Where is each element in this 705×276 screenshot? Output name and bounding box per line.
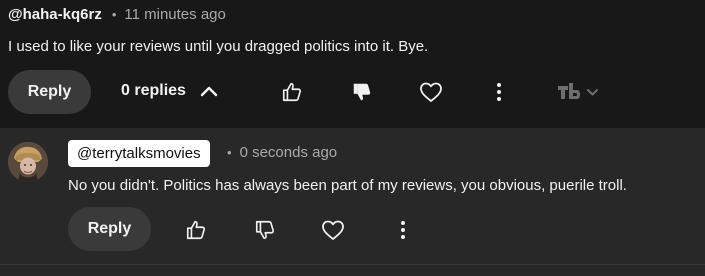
parent-comment-time[interactable]: 11 minutes ago bbox=[124, 6, 225, 23]
thumbs-up-icon[interactable] bbox=[280, 80, 304, 104]
meta-separator: • bbox=[111, 7, 117, 22]
thumbs-up-icon[interactable] bbox=[184, 218, 208, 242]
reply-author-badge[interactable]: @terrytalksmovies bbox=[68, 140, 210, 167]
reply-comment-meta: • 0 seconds ago bbox=[227, 144, 337, 161]
avatar[interactable] bbox=[8, 142, 48, 182]
reply-button[interactable]: Reply bbox=[68, 207, 151, 251]
thumbs-down-icon[interactable] bbox=[253, 218, 277, 242]
reply-button[interactable]: Reply bbox=[8, 70, 91, 114]
heart-icon[interactable] bbox=[321, 218, 345, 242]
parent-comment-text: I used to like your reviews until you dr… bbox=[8, 38, 429, 55]
more-vert-icon[interactable] bbox=[391, 218, 415, 242]
parent-comment-header: @haha-kq6rz • 11 minutes ago bbox=[8, 6, 226, 23]
replies-count: 0 replies bbox=[121, 82, 186, 99]
thumbs-down-icon[interactable] bbox=[350, 80, 374, 104]
divider bbox=[0, 264, 705, 265]
reply-comment-time[interactable]: 0 seconds ago bbox=[240, 144, 338, 161]
tubebuddy-logo-icon[interactable] bbox=[557, 82, 599, 102]
more-vert-icon[interactable] bbox=[487, 80, 511, 104]
reply-comment-text: No you didn't. Politics has always been … bbox=[68, 177, 627, 194]
chevron-up-icon bbox=[200, 86, 218, 97]
meta-separator: • bbox=[227, 145, 232, 160]
parent-comment-author[interactable]: @haha-kq6rz bbox=[8, 6, 102, 23]
replies-toggle[interactable]: 0 replies bbox=[121, 82, 218, 100]
heart-icon[interactable] bbox=[419, 80, 443, 104]
